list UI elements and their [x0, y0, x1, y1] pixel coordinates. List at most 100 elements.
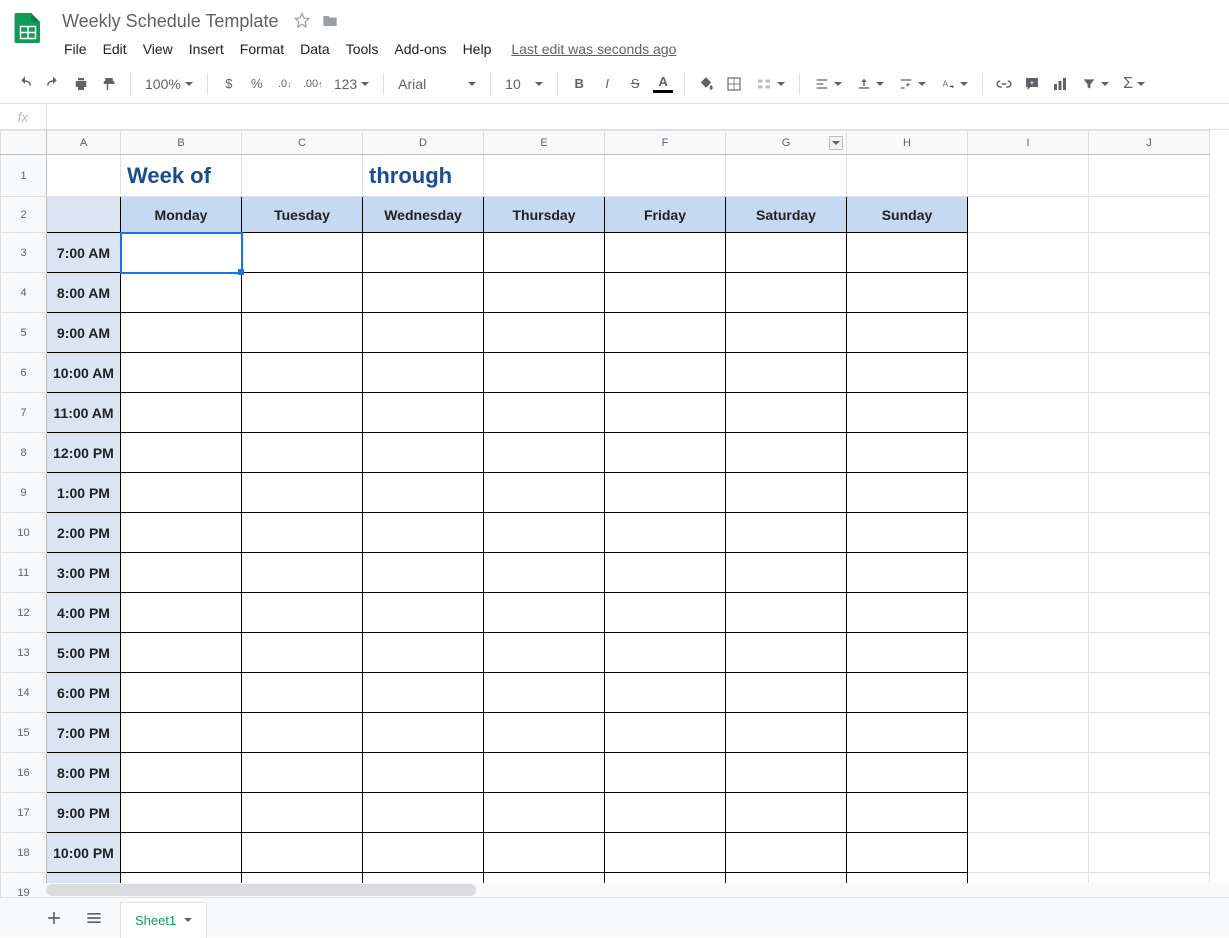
row-header-14[interactable]: 14	[1, 673, 47, 713]
schedule-cell[interactable]	[484, 713, 605, 753]
cell[interactable]	[1089, 473, 1210, 513]
cell[interactable]	[968, 593, 1089, 633]
schedule-cell[interactable]	[605, 833, 726, 873]
merge-cells-button[interactable]	[749, 71, 791, 97]
schedule-cell[interactable]	[726, 713, 847, 753]
schedule-cell[interactable]	[605, 313, 726, 353]
schedule-cell[interactable]	[726, 753, 847, 793]
schedule-cell[interactable]	[605, 473, 726, 513]
schedule-cell[interactable]	[605, 553, 726, 593]
schedule-cell[interactable]	[605, 233, 726, 273]
schedule-cell[interactable]	[484, 473, 605, 513]
cell[interactable]	[1089, 793, 1210, 833]
row-header-12[interactable]: 12	[1, 593, 47, 633]
column-header-F[interactable]: F	[605, 131, 726, 155]
time-label[interactable]: 10:00 AM	[47, 353, 121, 393]
schedule-cell[interactable]	[847, 473, 968, 513]
cell[interactable]	[847, 155, 968, 197]
schedule-cell[interactable]	[363, 713, 484, 753]
column-header-C[interactable]: C	[242, 131, 363, 155]
schedule-cell[interactable]	[363, 273, 484, 313]
sheet-tab[interactable]: Sheet1	[120, 902, 207, 938]
day-header[interactable]: Friday	[605, 197, 726, 233]
row-header-5[interactable]: 5	[1, 313, 47, 353]
schedule-cell[interactable]	[726, 273, 847, 313]
number-format-dropdown[interactable]: 123	[328, 71, 375, 97]
time-label[interactable]: 10:00 PM	[47, 833, 121, 873]
schedule-cell[interactable]	[363, 393, 484, 433]
schedule-cell[interactable]	[847, 273, 968, 313]
schedule-cell[interactable]	[605, 593, 726, 633]
schedule-cell[interactable]	[363, 313, 484, 353]
time-label[interactable]: 4:00 PM	[47, 593, 121, 633]
paint-format-button[interactable]	[96, 71, 122, 97]
schedule-cell[interactable]	[484, 593, 605, 633]
schedule-cell[interactable]	[242, 273, 363, 313]
schedule-cell[interactable]	[484, 673, 605, 713]
strikethrough-button[interactable]: S	[622, 71, 648, 97]
bold-button[interactable]: B	[566, 71, 592, 97]
column-header-A[interactable]: A	[47, 131, 121, 155]
day-header[interactable]: Sunday	[847, 197, 968, 233]
borders-button[interactable]	[721, 71, 747, 97]
cell[interactable]	[1089, 713, 1210, 753]
horizontal-align-button[interactable]	[808, 71, 848, 97]
schedule-cell[interactable]	[847, 553, 968, 593]
schedule-cell[interactable]	[121, 833, 242, 873]
schedule-cell[interactable]	[242, 673, 363, 713]
schedule-cell[interactable]	[121, 593, 242, 633]
schedule-cell[interactable]	[363, 793, 484, 833]
schedule-cell[interactable]	[363, 433, 484, 473]
cell[interactable]	[968, 393, 1089, 433]
time-label[interactable]: 7:00 AM	[47, 233, 121, 273]
row-header-11[interactable]: 11	[1, 553, 47, 593]
cell[interactable]	[968, 673, 1089, 713]
functions-button[interactable]: Σ	[1117, 71, 1151, 97]
schedule-cell[interactable]	[605, 753, 726, 793]
cell[interactable]	[968, 155, 1089, 197]
schedule-cell[interactable]	[726, 833, 847, 873]
fill-color-button[interactable]	[693, 71, 719, 97]
menu-format[interactable]: Format	[232, 37, 292, 61]
row-header-7[interactable]: 7	[1, 393, 47, 433]
schedule-cell[interactable]	[726, 793, 847, 833]
cell[interactable]	[968, 197, 1089, 233]
menu-tools[interactable]: Tools	[338, 37, 387, 61]
cell[interactable]	[968, 273, 1089, 313]
menu-view[interactable]: View	[135, 37, 181, 61]
day-header[interactable]: Monday	[121, 197, 242, 233]
week-of-label[interactable]: Week of	[121, 155, 242, 197]
insert-link-button[interactable]	[991, 71, 1017, 97]
text-color-button[interactable]: A	[650, 71, 676, 97]
schedule-cell[interactable]	[484, 553, 605, 593]
cell[interactable]	[968, 753, 1089, 793]
cell[interactable]	[1089, 553, 1210, 593]
day-header[interactable]: Tuesday	[242, 197, 363, 233]
column-header-D[interactable]: D	[363, 131, 484, 155]
cell[interactable]	[1089, 513, 1210, 553]
schedule-cell[interactable]	[242, 513, 363, 553]
horizontal-scrollbar[interactable]	[46, 883, 1229, 897]
schedule-cell[interactable]	[363, 753, 484, 793]
menu-data[interactable]: Data	[292, 37, 338, 61]
day-header[interactable]: Thursday	[484, 197, 605, 233]
schedule-cell[interactable]	[484, 313, 605, 353]
schedule-cell[interactable]	[121, 273, 242, 313]
schedule-cell[interactable]	[847, 753, 968, 793]
schedule-cell[interactable]	[242, 593, 363, 633]
insert-chart-button[interactable]	[1047, 71, 1073, 97]
schedule-cell[interactable]	[242, 353, 363, 393]
move-folder-icon[interactable]	[320, 11, 340, 31]
schedule-cell[interactable]	[242, 233, 363, 273]
cell[interactable]	[1089, 197, 1210, 233]
cell[interactable]	[968, 833, 1089, 873]
row-header-13[interactable]: 13	[1, 633, 47, 673]
italic-button[interactable]: I	[594, 71, 620, 97]
cell[interactable]	[484, 155, 605, 197]
schedule-cell[interactable]	[121, 713, 242, 753]
schedule-cell[interactable]	[363, 833, 484, 873]
time-label[interactable]: 8:00 AM	[47, 273, 121, 313]
print-button[interactable]	[68, 71, 94, 97]
redo-button[interactable]	[40, 71, 66, 97]
insert-comment-button[interactable]: +	[1019, 71, 1045, 97]
